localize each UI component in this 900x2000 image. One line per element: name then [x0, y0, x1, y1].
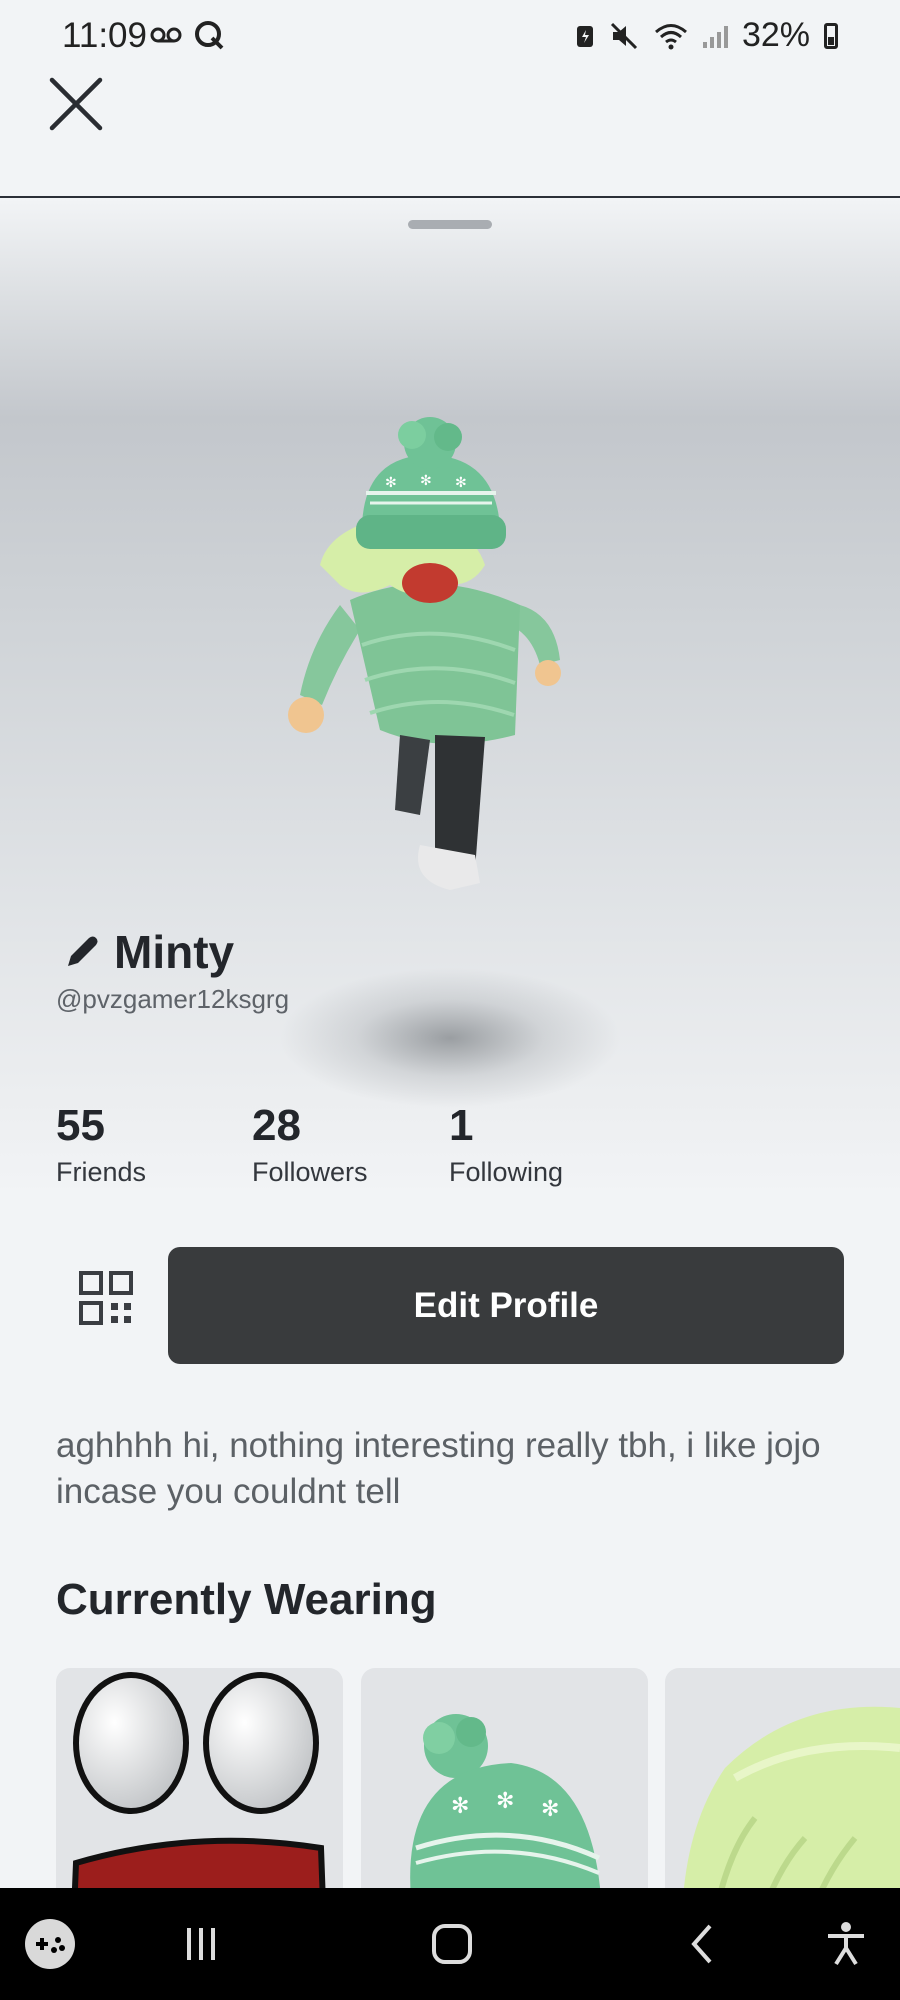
- currently-wearing-title: Currently Wearing: [56, 1575, 437, 1624]
- wifi-icon: [654, 23, 687, 49]
- stat-followers[interactable]: 28 Followers: [252, 1100, 368, 1192]
- username: @pvzgamer12ksgrg: [56, 984, 290, 1014]
- home-icon[interactable]: [424, 1916, 480, 1972]
- battery-percent: 32%: [741, 16, 810, 54]
- stat-value: 28: [252, 1101, 301, 1150]
- accessibility-icon[interactable]: [818, 1916, 874, 1972]
- recent-apps-icon[interactable]: [173, 1916, 229, 1972]
- back-icon[interactable]: [676, 1916, 732, 1972]
- battery-icon: [824, 22, 838, 49]
- stat-label: Followers: [252, 1157, 368, 1187]
- edit-profile-button[interactable]: Edit Profile: [168, 1247, 844, 1364]
- stat-following[interactable]: 1 Following: [449, 1100, 563, 1192]
- qr-code-icon[interactable]: [78, 1270, 134, 1326]
- close-icon[interactable]: [46, 74, 106, 134]
- sync-icon: [195, 21, 224, 50]
- game-launcher-icon[interactable]: [22, 1916, 78, 1972]
- stat-value: 55: [56, 1101, 105, 1150]
- mute-icon: [610, 22, 637, 49]
- profile-bio: aghhhh hi, nothing interesting really tb…: [56, 1426, 821, 1511]
- svg-text:✻: ✻: [451, 1794, 469, 1819]
- avatar-3d-model: ✻ ✻ ✻: [288, 417, 561, 890]
- stat-label: Following: [449, 1157, 564, 1187]
- voicemail-icon: [150, 27, 182, 43]
- stat-label: Friends: [56, 1157, 147, 1187]
- status-time: 11:09: [62, 16, 147, 55]
- stat-friends[interactable]: 55 Friends: [56, 1100, 146, 1192]
- pencil-icon[interactable]: [62, 932, 102, 972]
- svg-text:✻: ✻: [541, 1797, 559, 1822]
- status-bar: 11:09 32%: [0, 0, 900, 72]
- svg-text:✻: ✻: [455, 475, 467, 491]
- drag-handle[interactable]: [408, 220, 492, 229]
- battery-saver-icon: [576, 25, 593, 47]
- svg-text:✻: ✻: [420, 473, 432, 489]
- svg-text:✻: ✻: [385, 475, 397, 491]
- signal-icon: [702, 24, 728, 48]
- display-name: Minty: [114, 926, 235, 978]
- svg-text:✻: ✻: [496, 1789, 514, 1814]
- stat-value: 1: [449, 1101, 474, 1150]
- top-bar: [0, 72, 900, 199]
- display-name-row[interactable]: Minty: [62, 925, 234, 979]
